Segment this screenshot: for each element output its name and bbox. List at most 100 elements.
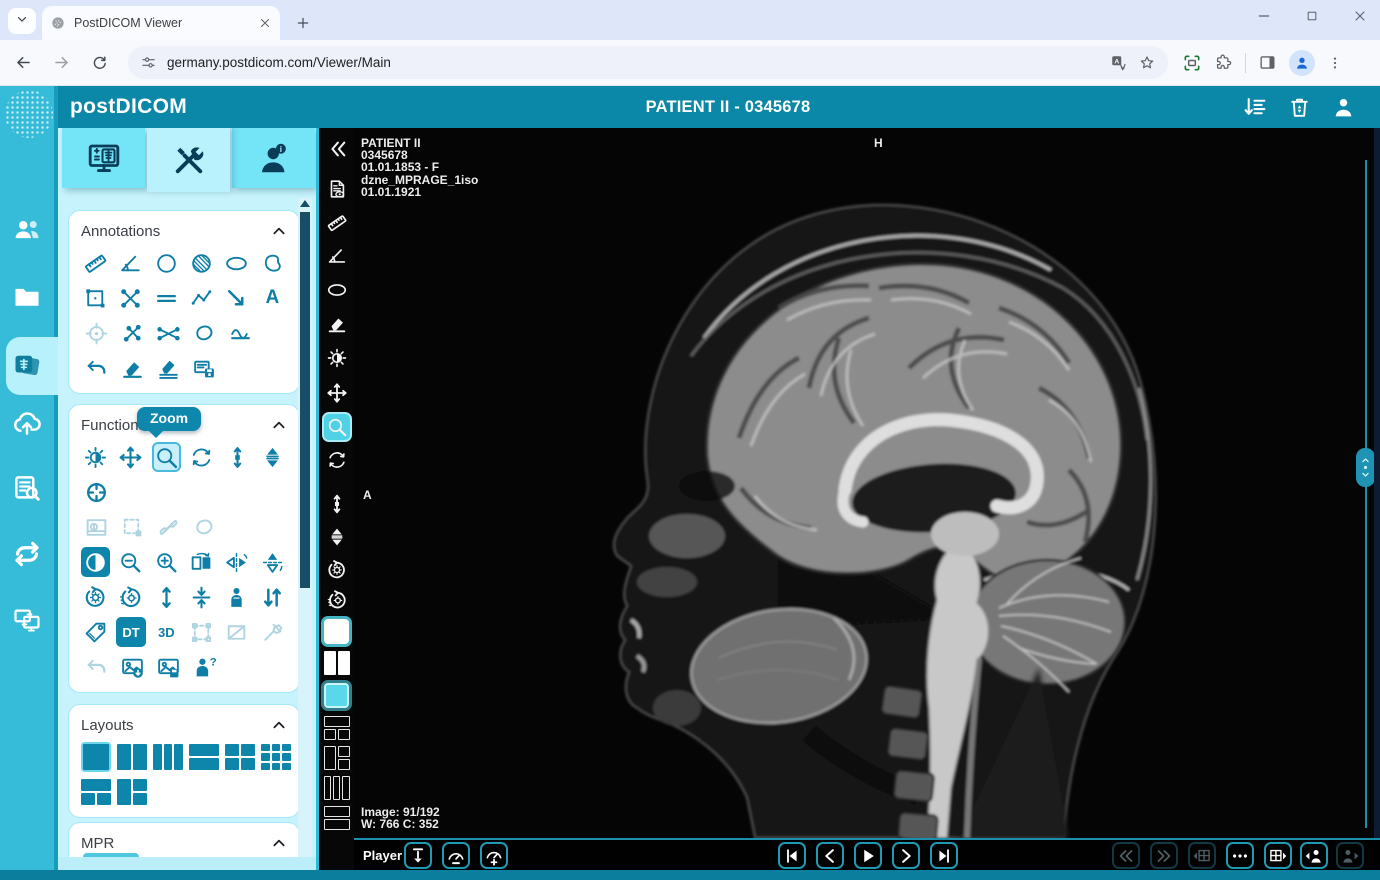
sidebar-item-image-viewer[interactable] [0,343,54,387]
toolbar-ruler[interactable] [319,208,354,238]
tool-reference-lines[interactable] [81,477,111,507]
toolbar-pan[interactable] [319,378,354,408]
tool-parallel-lines[interactable] [152,283,181,313]
tool-ellipse[interactable] [222,248,251,278]
tool-eraser[interactable] [117,353,147,383]
more-options-button[interactable] [1226,842,1254,869]
image-viewport[interactable]: PATIENT II 0345678 01.01.1853 - F dzne_M… [354,128,1380,838]
browser-menu-icon[interactable] [1327,55,1343,71]
tab-patient-info[interactable]: i [232,128,315,188]
profile-avatar[interactable] [1289,49,1315,76]
tool-pan[interactable] [116,442,145,472]
speed-up-button[interactable] [480,842,508,869]
new-tab-button[interactable] [290,10,316,36]
tab-viewer-screen[interactable] [62,128,145,188]
tab-tools[interactable] [147,128,230,192]
panel-scrollbar[interactable] [298,198,312,857]
tool-save-annotations[interactable] [189,353,219,383]
tool-reset-window-rotation[interactable] [116,582,145,612]
tool-layout-3x3[interactable] [261,742,291,772]
play-button[interactable] [854,842,882,869]
toolbar-reset-rotation[interactable] [319,555,354,585]
toolbar-layout-1x1[interactable] [319,616,354,646]
tool-fit-height[interactable] [152,582,181,612]
minimize-icon[interactable] [1254,4,1274,28]
tool-dt-tool[interactable]: DT [116,617,146,647]
account-button[interactable] [1330,94,1356,120]
toolbar-free-rotate[interactable] [319,445,354,475]
translate-icon[interactable]: A [1110,54,1128,72]
sidebar-item-patients[interactable] [0,208,54,252]
tool-fit-center[interactable] [187,582,216,612]
tool-layout-1x3[interactable] [153,742,183,772]
tool-rect-roi[interactable] [81,283,110,313]
first-image-button[interactable] [778,842,806,869]
tool-export-image[interactable] [117,652,147,682]
tool-window-level[interactable] [81,442,110,472]
tool-sort-order[interactable] [258,582,287,612]
toolbar-layout-2x1[interactable] [319,803,354,833]
toolbar-scroll-images[interactable] [319,489,354,519]
toolbar-reset-window-rotation[interactable] [319,585,354,615]
tool-text-annotation[interactable]: A [258,283,287,313]
extensions-icon[interactable] [1214,53,1233,72]
tool-zoom-out[interactable] [116,547,145,577]
maximize-icon[interactable] [1302,4,1322,28]
site-settings-icon[interactable] [140,54,157,71]
sidebar-item-folders[interactable] [0,275,54,319]
tool-layout-2-1[interactable] [117,777,147,807]
tool-ruler[interactable] [81,248,110,278]
sidebar-item-sync-exchange[interactable] [0,532,54,576]
collapse-chevron-icon[interactable] [271,417,287,433]
tool-arrow[interactable] [222,283,251,313]
play-direction-button[interactable] [404,842,432,869]
toolbar-layout-current[interactable] [319,680,354,710]
tool-undo[interactable] [81,353,111,383]
toolbar-layout-1x3[interactable] [319,773,354,803]
tool-bidirectional[interactable] [117,318,147,348]
tool-layout-1-2[interactable] [81,777,111,807]
tool-circle-shaded[interactable] [187,248,216,278]
toolbar-layout-1-2[interactable] [319,713,354,743]
tool-cobb-angle[interactable] [153,318,183,348]
tab-close-icon[interactable] [258,16,272,30]
tool-patient-orientation[interactable] [222,582,251,612]
tool-flip-horizontal[interactable] [222,547,251,577]
tool-layout-1x2[interactable] [117,742,147,772]
last-image-button[interactable] [930,842,958,869]
next-image-button[interactable] [892,842,920,869]
tool-volume-3d[interactable]: 3D [152,617,181,647]
previous-patient-button[interactable] [1300,842,1328,869]
tool-reset-rotation[interactable] [81,582,110,612]
reload-icon[interactable] [84,48,114,78]
tab-search-button[interactable] [8,8,36,34]
browser-tab[interactable]: PostDICOM Viewer [42,6,280,40]
collapse-chevron-icon[interactable] [271,835,287,851]
side-panel-icon[interactable] [1258,53,1277,72]
sidebar-item-cloud-upload[interactable] [0,401,54,445]
sidebar-item-search-orders[interactable] [0,466,54,510]
sidebar-item-remote-viewers[interactable] [0,598,54,642]
tool-flip-page[interactable] [187,547,216,577]
tool-flip-vertical[interactable] [258,547,287,577]
tool-spline-curve[interactable] [225,318,255,348]
tool-layout-2x1[interactable] [189,742,219,772]
collapse-chevron-icon[interactable] [271,223,287,239]
collapse-chevron-icon[interactable] [271,717,287,733]
speed-down-button[interactable] [442,842,470,869]
tool-circle[interactable] [152,248,181,278]
toolbar-layout-1x2[interactable] [319,648,354,678]
toolbar-collapse-panel[interactable] [319,134,354,164]
image-slider-thumb[interactable] [1356,448,1375,487]
delete-study-button[interactable] [1286,94,1312,120]
tool-freehand[interactable] [258,248,287,278]
tool-closed-freehand[interactable] [189,318,219,348]
tool-invert[interactable] [81,547,111,577]
toolbar-layout-2-1[interactable] [319,743,354,773]
tool-angle[interactable] [116,248,145,278]
scroll-up-arrow-icon[interactable] [300,200,310,207]
tool-zoom[interactable] [151,442,182,472]
back-icon[interactable] [8,48,38,78]
previous-image-button[interactable] [816,842,844,869]
toolbar-angle[interactable] [319,241,354,271]
